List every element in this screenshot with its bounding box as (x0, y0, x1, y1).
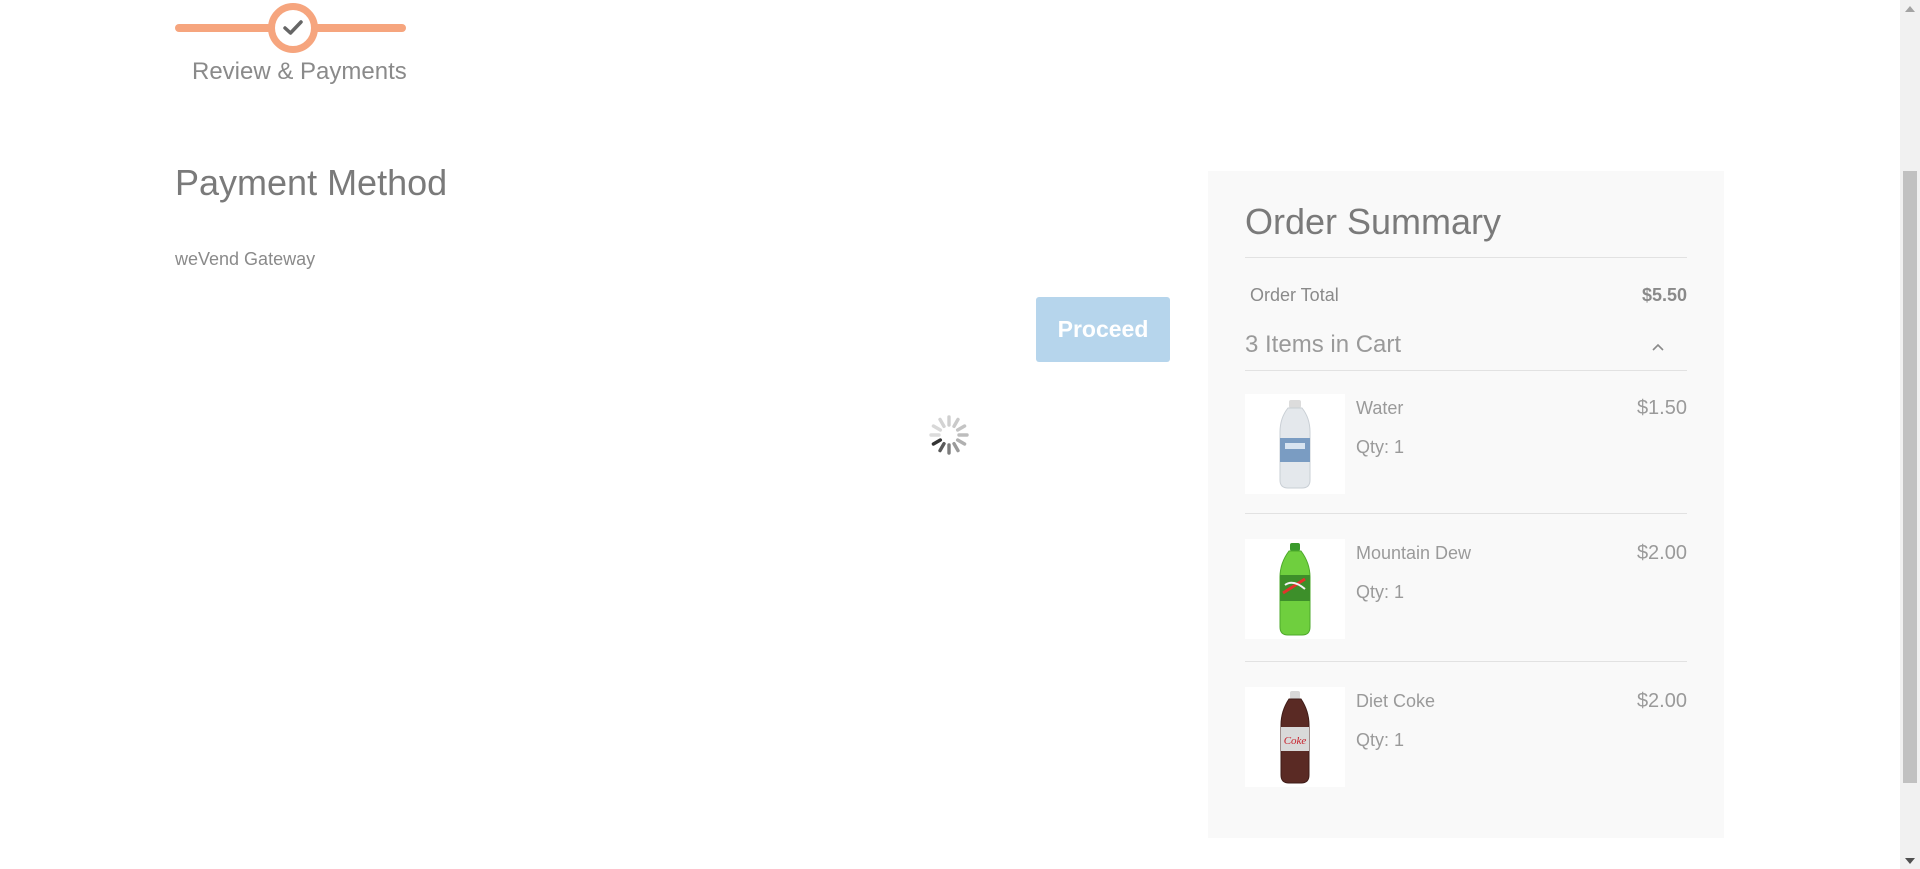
cart-item-price: $2.00 (1636, 542, 1687, 564)
cart-item: Water Qty: 1 $1.50 (1245, 394, 1687, 514)
order-summary-title: Order Summary (1245, 201, 1502, 242)
proceed-button[interactable]: Proceed (1036, 297, 1170, 362)
check-icon (283, 20, 303, 35)
divider (1245, 661, 1687, 662)
checkout-page: Review & Payments Payment Method weVend … (0, 0, 1900, 869)
cart-item-price: $2.00 (1636, 690, 1687, 712)
order-total-value: $5.50 (1641, 285, 1687, 305)
divider (1245, 370, 1687, 371)
cart-item-name[interactable]: Mountain Dew (1356, 543, 1471, 564)
scrollbar-thumb[interactable] (1903, 171, 1917, 783)
progress-step-label: Review & Payments (192, 58, 407, 85)
loading-spinner-icon (929, 415, 969, 455)
progress-line-left (175, 24, 277, 32)
cart-item-qty: Qty: 1 (1356, 582, 1405, 602)
cart-items-toggle[interactable]: 3 Items in Cart (1245, 331, 1401, 359)
order-summary-panel: Order Summary Order Total $5.50 3 Items … (1208, 171, 1724, 838)
scroll-down-arrow-icon[interactable] (1900, 852, 1920, 869)
svg-text:Coke: Coke (1284, 735, 1307, 747)
mountain-dew-bottle-image (1245, 539, 1345, 639)
divider (1245, 257, 1687, 258)
cart-item-name[interactable]: Diet Coke (1356, 691, 1435, 712)
divider (1245, 513, 1687, 514)
payment-gateway-label: weVend Gateway (175, 249, 316, 269)
vertical-scrollbar[interactable] (1900, 0, 1920, 869)
cart-item-qty: Qty: 1 (1356, 437, 1405, 457)
water-bottle-image (1245, 394, 1345, 494)
cart-item: Coke Diet Coke Qty: 1 $2.00 (1245, 687, 1687, 807)
scroll-up-arrow-icon[interactable] (1900, 0, 1920, 17)
progress-step-review (268, 3, 318, 53)
chevron-up-icon[interactable] (1648, 337, 1668, 357)
payment-method-title: Payment Method (175, 162, 448, 203)
cart-item: Mountain Dew Qty: 1 $2.00 (1245, 539, 1687, 659)
cart-item-price: $1.50 (1636, 397, 1687, 419)
cart-item-qty: Qty: 1 (1356, 730, 1405, 750)
diet-coke-bottle-image: Coke (1245, 687, 1345, 787)
order-total-label: Order Total (1250, 285, 1339, 305)
cart-item-name[interactable]: Water (1356, 398, 1403, 419)
